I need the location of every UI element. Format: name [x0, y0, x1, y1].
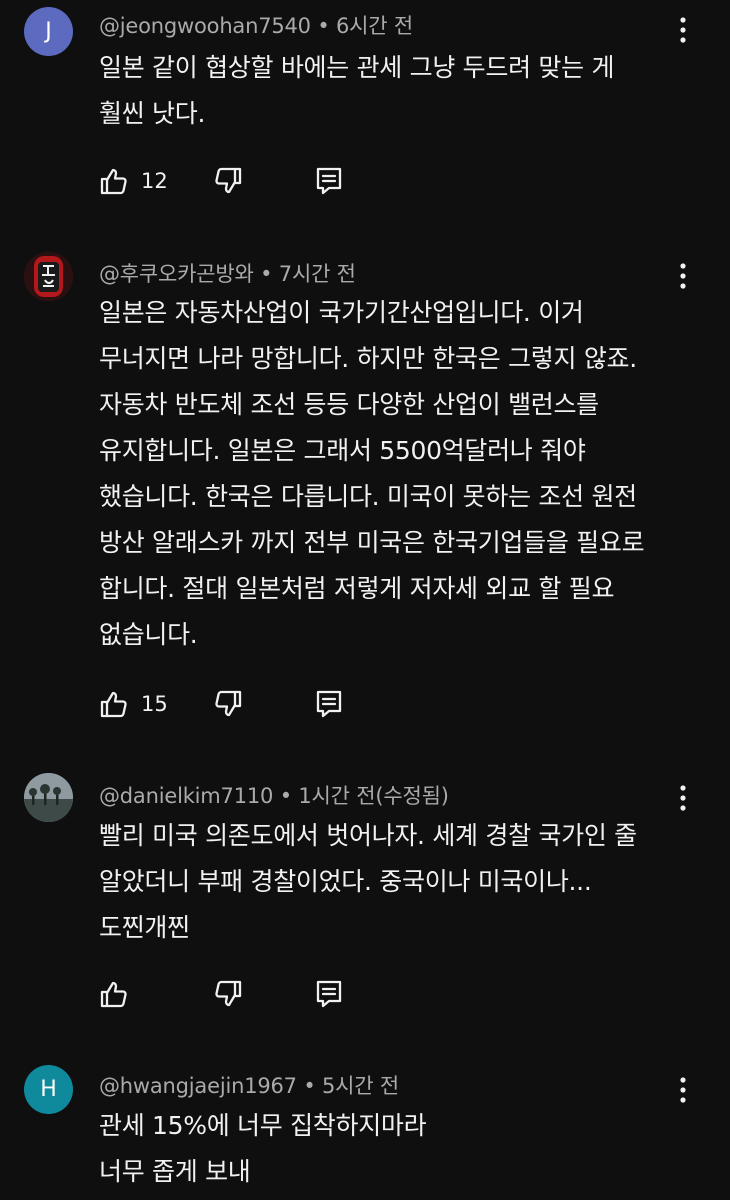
like-button[interactable]: 12 — [99, 161, 168, 201]
separator-dot: • — [317, 14, 337, 38]
thumbs-down-icon — [215, 980, 242, 1007]
separator-dot: • — [303, 1074, 322, 1098]
comment-author[interactable]: @danielkim7110 — [99, 784, 273, 808]
comment-meta: @jeongwoohan7540 • 6시간 전 — [99, 10, 413, 40]
like-button[interactable]: 15 — [99, 684, 168, 724]
comment-text-line: 알았더니 부패 경찰이었다. 중국이나 미국이나... — [99, 867, 592, 896]
comment-text-line: 합니다. 절대 일본처럼 저렇게 저자세 외교 할 필요 — [99, 574, 615, 603]
comment-text-line: 무너지면 나라 망합니다. 하지만 한국은 그렇지 않죠. — [99, 344, 637, 373]
comment-meta: @danielkim7110 • 1시간 전(수정됨) — [99, 780, 449, 810]
separator-dot: • — [279, 784, 299, 808]
comment-text-line: 빨리 미국 의존도에서 벗어나자. 세계 경찰 국가인 줄 — [99, 821, 637, 850]
comment-author[interactable]: @hwangjaejin1967 — [99, 1074, 297, 1098]
like-count: 12 — [141, 169, 168, 193]
comment-text-line: 유지합니다. 일본은 그래서 5500억달러나 줘야 — [99, 436, 586, 465]
comment-text-line: 자동차 반도체 조선 등등 다양한 산업이 밸런스를 — [99, 390, 599, 419]
comment-text: 일본 같이 협상할 바에는 관세 그냥 두드려 맞는 게 훨씬 낫다. — [99, 45, 689, 137]
like-button[interactable] — [99, 974, 129, 1014]
thumbs-up-icon — [100, 691, 127, 718]
like-count: 15 — [141, 692, 168, 716]
reply-button[interactable] — [315, 974, 343, 1014]
comment-author[interactable]: @후쿠오카곤방와 — [99, 262, 254, 286]
avatar[interactable]: J — [24, 7, 73, 56]
comment-text-line: 훨씬 낫다. — [99, 99, 206, 128]
comment-text-line: 일본은 자동차산업이 국가기간산업입니다. 이거 — [99, 298, 584, 327]
comment-text-line: 너무 좁게 보내 — [99, 1157, 251, 1186]
more-vert-icon — [680, 785, 686, 811]
comment-text: 관세 15%에 너무 집착하지마라 너무 좁게 보내 — [99, 1103, 689, 1195]
reply-button[interactable] — [315, 161, 343, 201]
comment-actions: 15 — [99, 684, 359, 724]
dislike-button[interactable] — [213, 161, 243, 201]
more-vert-icon — [680, 17, 686, 43]
comment-meta: @후쿠오카곤방와 • 7시간 전 — [99, 258, 356, 288]
comment-text-line: 일본 같이 협상할 바에는 관세 그냥 두드려 맞는 게 — [99, 53, 615, 82]
comment-text-line: 관세 15%에 너무 집착하지마라 — [99, 1111, 427, 1140]
reply-button[interactable] — [315, 684, 343, 724]
comment-text-line: 없습니다. — [99, 620, 198, 649]
reply-comment-icon — [316, 690, 342, 718]
comment-text: 빨리 미국 의존도에서 벗어나자. 세계 경찰 국가인 줄 알았더니 부패 경찰… — [99, 813, 689, 951]
comment-text-line: 했습니다. 한국은 다릅니다. 미국이 못하는 조선 원전 — [99, 482, 637, 511]
more-vert-icon — [680, 263, 686, 289]
comment: @후쿠오카곤방와 • 7시간 전 일본은 자동차산업이 국가기간산업입니다. 이… — [0, 250, 730, 730]
thumbs-down-icon — [215, 167, 242, 194]
avatar[interactable] — [24, 252, 73, 301]
comment-author[interactable]: @jeongwoohan7540 — [99, 14, 311, 38]
avatar-initial: H — [40, 1077, 57, 1102]
comment-time[interactable]: 7시간 전 — [279, 262, 356, 286]
avatar[interactable] — [24, 773, 73, 822]
lantern-avatar-image — [24, 252, 73, 301]
comment: H @hwangjaejin1967 • 5시간 전 관세 15%에 너무 집착… — [0, 1062, 730, 1200]
comment: @danielkim7110 • 1시간 전(수정됨) 빨리 미국 의존도에서 … — [0, 770, 730, 1040]
thumbs-up-icon — [100, 981, 127, 1008]
comment-actions: 12 — [99, 161, 359, 201]
avatar[interactable]: H — [24, 1065, 73, 1114]
comment-meta: @hwangjaejin1967 • 5시간 전 — [99, 1070, 399, 1100]
thumbs-down-icon — [215, 690, 242, 717]
comment-text-line: 도찐개찐 — [99, 913, 190, 942]
dislike-button[interactable] — [213, 974, 243, 1014]
comment-text: 일본은 자동차산업이 국가기간산업입니다. 이거 무너지면 나라 망합니다. 하… — [99, 290, 689, 658]
comment-time[interactable]: 6시간 전 — [336, 14, 413, 38]
dislike-button[interactable] — [213, 684, 243, 724]
separator-dot: • — [260, 262, 279, 286]
comment-time[interactable]: 5시간 전 — [322, 1074, 399, 1098]
comment: J @jeongwoohan7540 • 6시간 전 일본 같이 협상할 바에는… — [0, 0, 730, 230]
reply-comment-icon — [316, 980, 342, 1008]
thumbs-up-icon — [100, 168, 127, 195]
more-options-button[interactable] — [670, 778, 696, 818]
landscape-avatar-image — [24, 773, 73, 822]
comment-text-line: 방산 알래스카 까지 전부 미국은 한국기업들을 필요로 — [99, 528, 645, 557]
comment-actions — [99, 974, 359, 1014]
avatar-initial: J — [45, 19, 52, 44]
reply-comment-icon — [316, 167, 342, 195]
more-vert-icon — [680, 1077, 686, 1103]
comment-time[interactable]: 1시간 전(수정됨) — [298, 784, 449, 808]
more-options-button[interactable] — [670, 10, 696, 50]
